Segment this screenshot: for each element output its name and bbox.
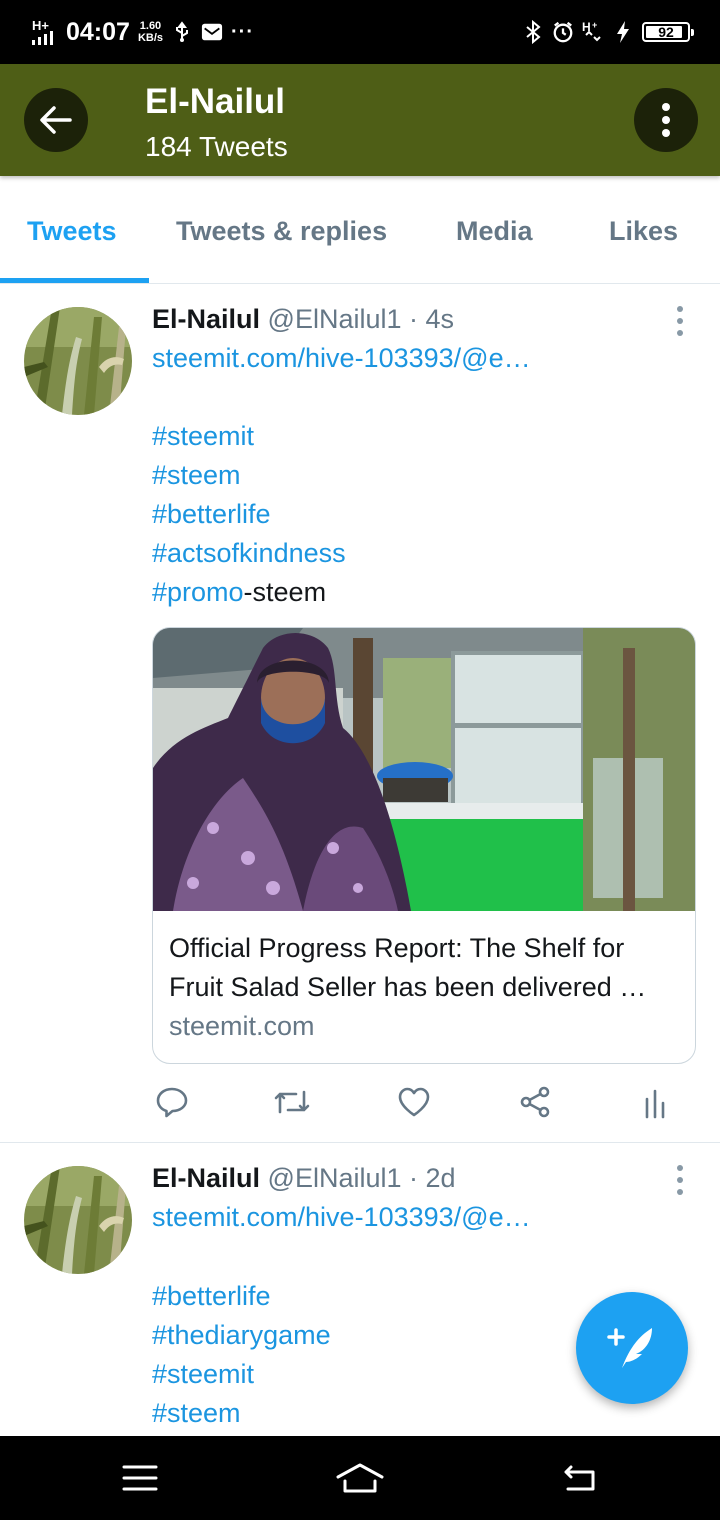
link-preview-title-line: Fruit Salad Seller has been delivered …	[169, 972, 647, 1002]
author-handle-time: @ElNailul1 · 2d	[267, 1163, 456, 1193]
analytics-icon	[645, 1089, 665, 1119]
network-speed: 1.60 KB/s	[138, 20, 163, 44]
speed-unit: KB/s	[137, 32, 164, 44]
hashtag-line: #promo-steem	[152, 573, 346, 612]
retweet-button[interactable]	[272, 1082, 312, 1122]
avatar[interactable]	[24, 307, 132, 415]
link-preview-title-line: Official Progress Report: The Shelf for	[169, 933, 625, 963]
tweet-hashtags: #steemit #steem #betterlife #actsofkindn…	[152, 417, 346, 612]
share-button[interactable]	[515, 1082, 555, 1122]
tweet-link[interactable]: steemit.com/hive-103393/@e…	[152, 343, 531, 374]
like-icon	[398, 1087, 430, 1117]
back-arrow-icon	[40, 106, 72, 134]
author-name[interactable]: El-Nailul	[152, 1163, 260, 1193]
status-bar: H+ 04:07 1.60 KB/s ··· H + 92	[0, 0, 720, 64]
menu-icon	[122, 1465, 158, 1491]
tab-tweets[interactable]: Tweets	[27, 216, 117, 247]
link-preview-domain: steemit.com	[169, 1011, 315, 1041]
tweet-header: El-Nailul @ElNailul1 · 2d	[152, 1163, 456, 1194]
link-preview-card[interactable]: Official Progress Report: The Shelf for …	[152, 627, 696, 1064]
tab-media[interactable]: Media	[456, 216, 533, 247]
svg-text:+: +	[592, 20, 597, 30]
reply-icon	[156, 1087, 188, 1118]
hashtag[interactable]: #thediarygame	[152, 1316, 331, 1355]
back-icon	[564, 1465, 595, 1491]
home-icon	[336, 1463, 384, 1493]
more-options-button[interactable]	[634, 88, 698, 152]
avatar[interactable]	[24, 1166, 132, 1274]
mail-icon	[201, 21, 223, 43]
home-button[interactable]	[334, 1458, 386, 1498]
hashtag[interactable]: #betterlife	[152, 495, 346, 534]
hashtag[interactable]: #promo	[152, 577, 244, 607]
retweet-icon	[274, 1090, 310, 1114]
tweet-header: El-Nailul @ElNailul1 · 4s	[152, 304, 454, 335]
data-hplus-icon: H +	[582, 20, 604, 43]
charging-icon	[612, 21, 634, 43]
clock: 04:07	[66, 17, 130, 46]
tweet-menu-button[interactable]	[670, 306, 690, 336]
system-nav-bar	[0, 1436, 720, 1520]
hashtag-suffix: -steem	[243, 577, 327, 607]
more-vertical-icon	[662, 103, 670, 137]
tweet-menu-button[interactable]	[670, 1165, 690, 1195]
link-preview-image	[153, 628, 695, 911]
tweet-count: 184 Tweets	[145, 131, 288, 162]
battery-icon: 92	[642, 22, 694, 42]
share-icon	[520, 1086, 550, 1118]
link-preview-title: Official Progress Report: The Shelf for …	[169, 929, 681, 1007]
profile-header: El-Nailul 184 Tweets	[0, 64, 720, 176]
hashtag[interactable]: #steem	[152, 456, 346, 495]
more-dots-icon: ···	[231, 20, 254, 43]
back-button[interactable]	[24, 88, 88, 152]
network-type: H+	[32, 17, 49, 33]
hashtag[interactable]: #steemit	[152, 417, 346, 456]
alarm-icon	[552, 21, 574, 43]
menu-button[interactable]	[118, 1458, 162, 1498]
reply-button[interactable]	[152, 1082, 192, 1122]
compose-tweet-button[interactable]	[576, 1292, 688, 1404]
speed-value: 1.60	[139, 20, 162, 32]
battery-level: 92	[658, 24, 674, 40]
tweet-hashtags: #betterlife #thediarygame #steemit #stee…	[152, 1277, 331, 1433]
hashtag[interactable]: #steemit	[152, 1355, 331, 1394]
back-nav-button[interactable]	[558, 1458, 602, 1498]
signal-icon: H+	[32, 17, 58, 45]
tweet[interactable]: El-Nailul @ElNailul1 · 4s steemit.com/hi…	[0, 284, 720, 1142]
hashtag[interactable]: #actsofkindness	[152, 534, 346, 573]
author-name[interactable]: El-Nailul	[152, 304, 260, 334]
tab-tweets-and-replies[interactable]: Tweets & replies	[176, 216, 387, 247]
hashtag[interactable]: #betterlife	[152, 1277, 331, 1316]
bluetooth-icon	[522, 20, 544, 44]
tweet-actions	[152, 1082, 696, 1122]
active-tab-indicator	[0, 278, 149, 283]
tab-likes[interactable]: Likes	[609, 216, 678, 247]
usb-icon	[171, 21, 193, 43]
profile-name: El-Nailul	[145, 82, 286, 121]
profile-tabs: Tweets Tweets & replies Media Likes	[0, 176, 720, 284]
tweet-link[interactable]: steemit.com/hive-103393/@e…	[152, 1202, 531, 1233]
author-handle-time: @ElNailul1 · 4s	[267, 304, 454, 334]
hashtag[interactable]: #steem	[152, 1394, 331, 1433]
compose-tweet-icon	[607, 1328, 652, 1368]
analytics-button[interactable]	[636, 1082, 676, 1122]
like-button[interactable]	[394, 1082, 434, 1122]
